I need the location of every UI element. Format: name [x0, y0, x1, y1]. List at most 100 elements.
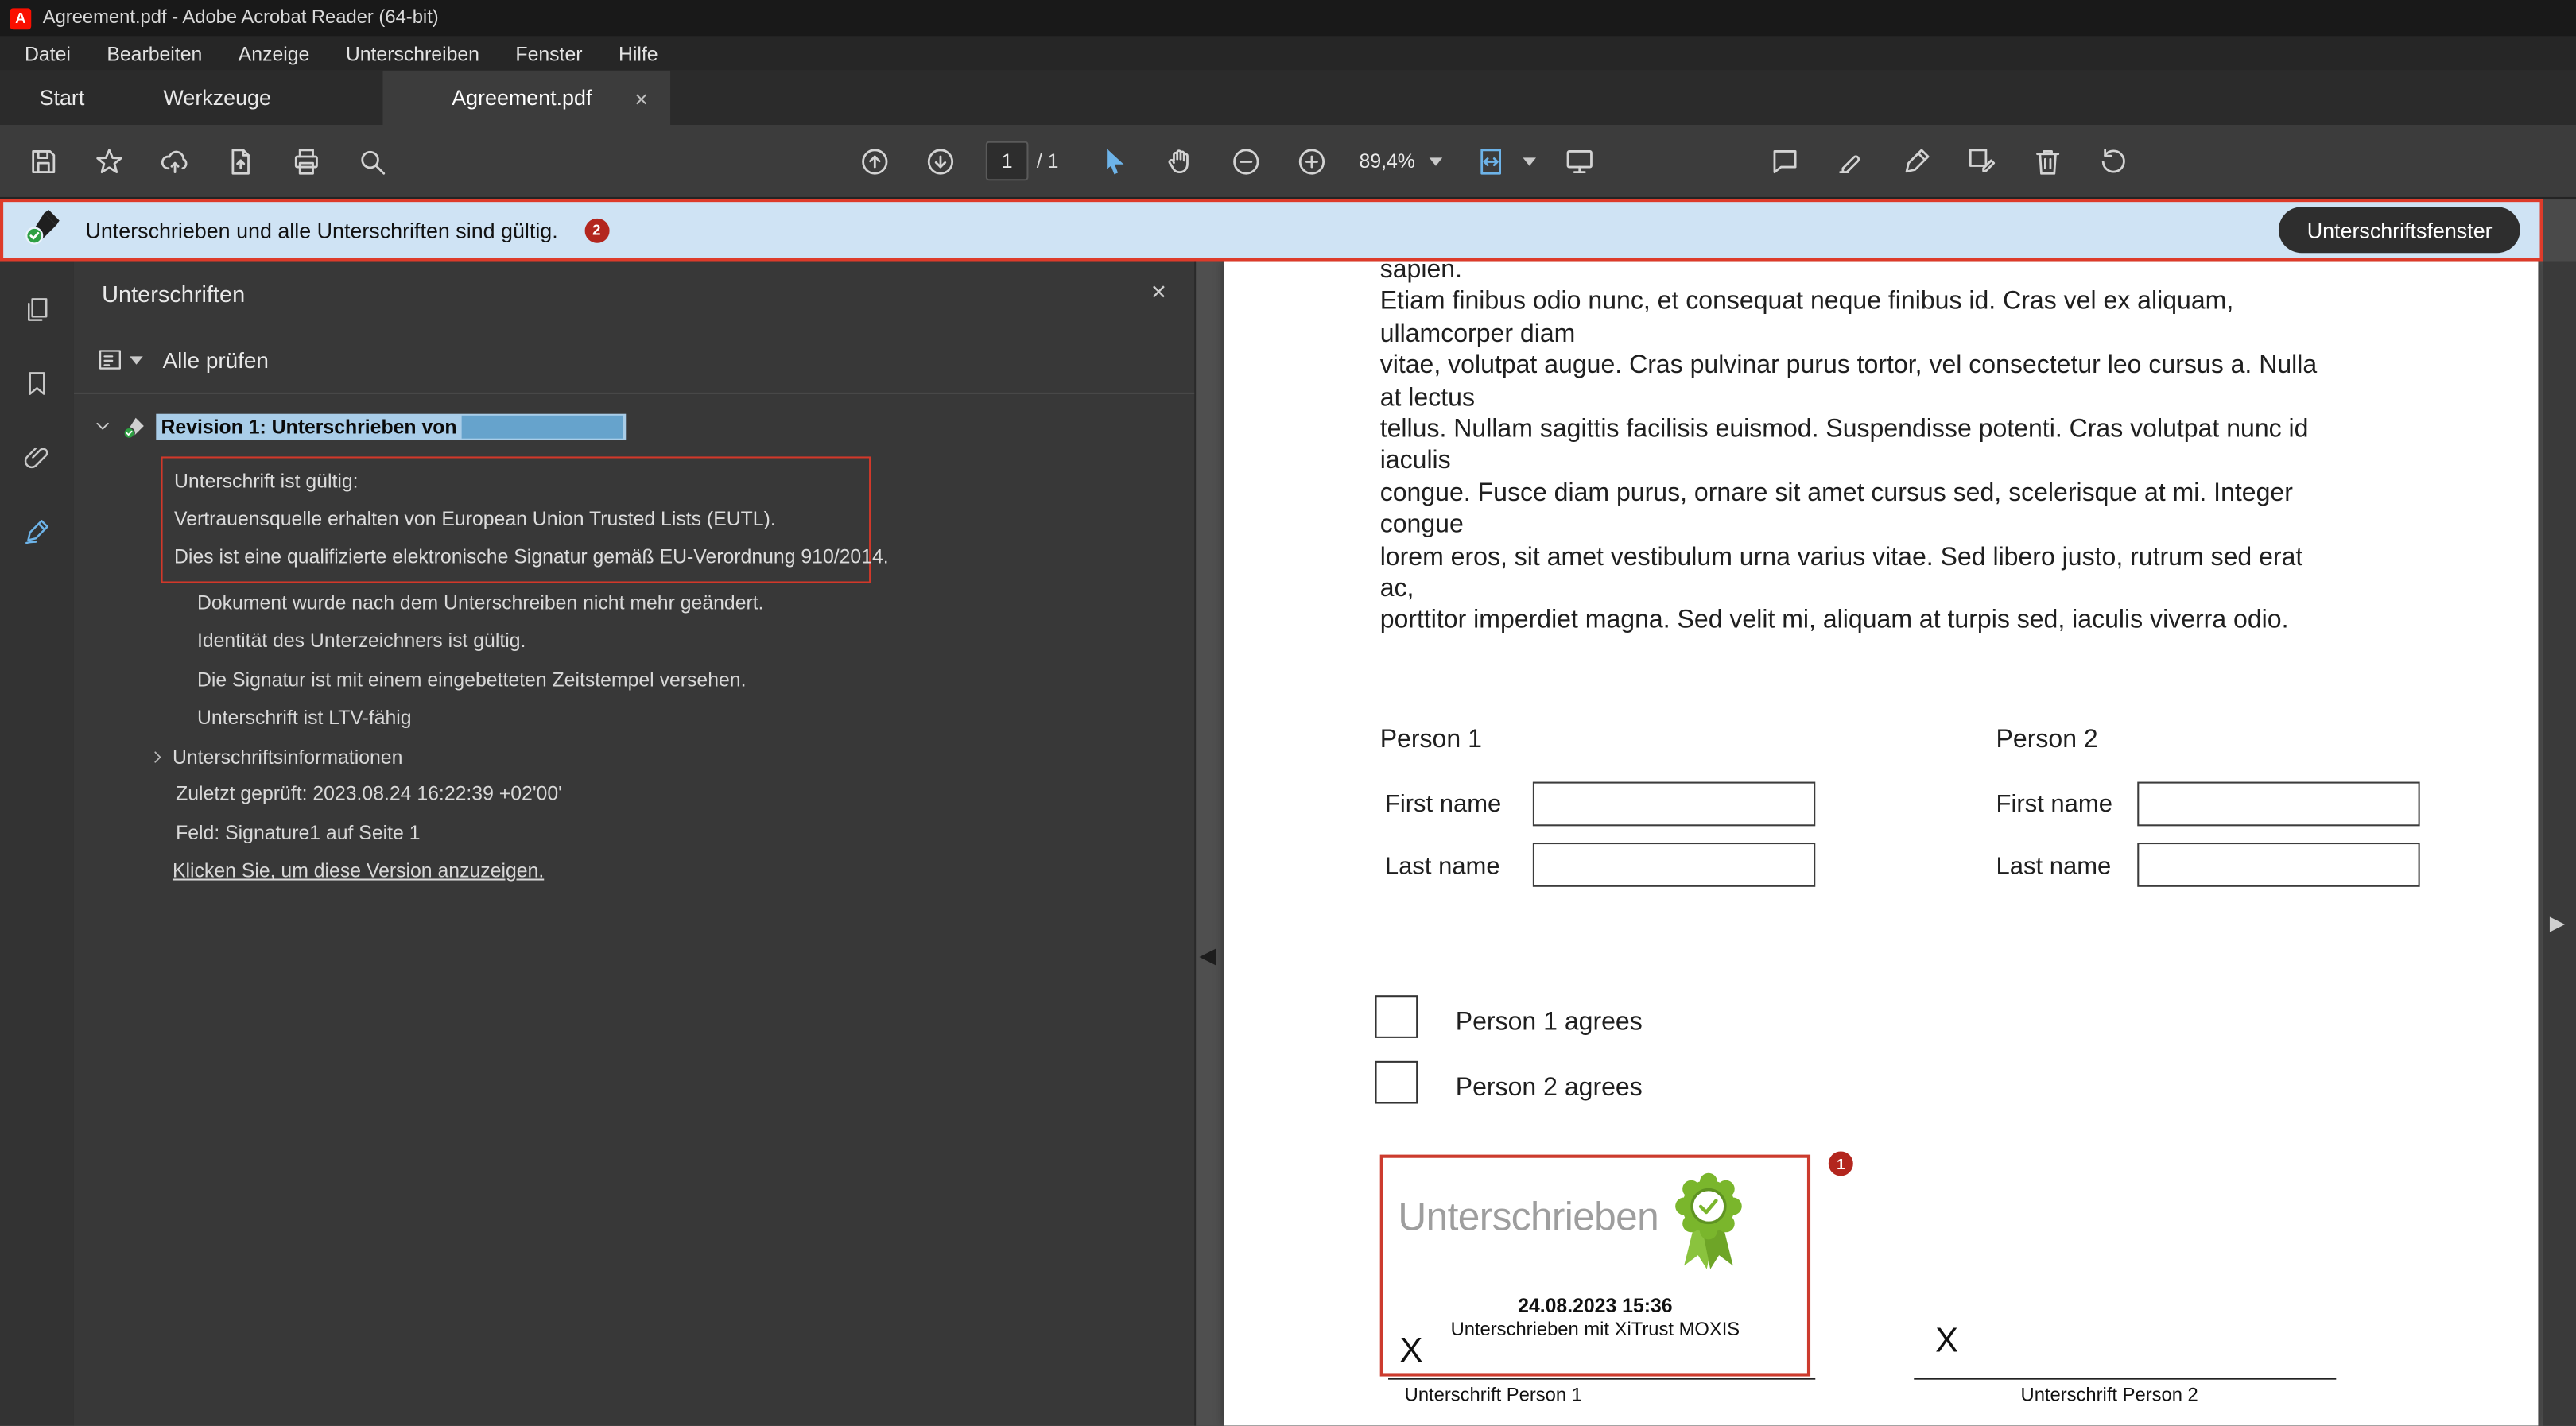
attachments-button[interactable]: [10, 430, 63, 482]
menu-datei[interactable]: Datei: [6, 36, 88, 70]
stamp-x-mark: X: [1399, 1332, 1422, 1372]
fill-sign-button[interactable]: [1949, 133, 2015, 188]
signature-stamp[interactable]: Unterschrieben 24: [1380, 1155, 1810, 1377]
signature-panel-button[interactable]: Unterschriftsfenster: [2279, 207, 2520, 253]
bookmarks-button[interactable]: [10, 356, 63, 409]
person2-agrees-checkbox[interactable]: [1375, 1061, 1418, 1104]
page-up-icon: [859, 145, 890, 176]
display-icon: [1564, 145, 1595, 176]
select-tool-button[interactable]: [1081, 133, 1147, 188]
menu-unterschreiben[interactable]: Unterschreiben: [328, 36, 498, 70]
menu-fenster[interactable]: Fenster: [498, 36, 601, 70]
bookmark-icon: [23, 369, 51, 397]
menu-bearbeiten[interactable]: Bearbeiten: [89, 36, 220, 70]
document-paragraph: sapien. Etiam finibus odio nunc, et cons…: [1380, 262, 2318, 637]
next-page-button[interactable]: [907, 133, 973, 188]
chevron-down-icon: [1430, 157, 1443, 165]
page-down-icon: [924, 145, 955, 176]
document-text-line: Etiam finibus odio nunc, et consequat ne…: [1380, 286, 2318, 318]
person2-first-name-input[interactable]: [2137, 782, 2419, 827]
signature-valid-icon: [122, 413, 148, 440]
comment-button[interactable]: [1752, 133, 1818, 188]
vertical-scrollbar[interactable]: ▶: [2543, 262, 2576, 1426]
validate-options-button[interactable]: [97, 347, 143, 373]
tab-werkzeuge[interactable]: Werkzeuge: [124, 71, 311, 125]
zoom-level-dropdown[interactable]: 89,4%: [1344, 140, 1458, 183]
person1-last-name-input[interactable]: [1533, 843, 1815, 887]
zoom-in-icon: [1296, 145, 1327, 176]
validity-line: Dies ist eine qualifizierte elektronisch…: [174, 539, 858, 577]
collapse-panel-icon[interactable]: ◀: [1199, 943, 1216, 969]
fit-width-button[interactable]: [1458, 133, 1524, 188]
zoom-in-button[interactable]: [1278, 133, 1344, 188]
signatures-panel-button[interactable]: [10, 504, 63, 556]
validity-line: Vertrauensquelle erhalten von European U…: [174, 501, 858, 539]
revision-label: Revision 1: Unterschrieben von: [161, 415, 456, 438]
sign-button[interactable]: [1883, 133, 1949, 188]
save-button[interactable]: [10, 133, 76, 188]
tab-document[interactable]: Agreement.pdf ×: [382, 71, 671, 125]
print-button[interactable]: [273, 133, 339, 188]
signature1-line: [1388, 1378, 1815, 1380]
tab-close-icon[interactable]: ×: [634, 86, 648, 109]
titlebar: A Agreement.pdf - Adobe Acrobat Reader (…: [0, 0, 2576, 36]
document-text-line: porttitor imperdiet magna. Sed velit mi,…: [1380, 605, 2318, 637]
rotate-button[interactable]: [2080, 133, 2146, 188]
signature-info-expander[interactable]: Unterschriftsinformationen: [74, 738, 1194, 776]
chevron-down-icon: [130, 355, 143, 363]
detail-line: Dokument wurde nach dem Unterschreiben n…: [197, 585, 1194, 623]
chevron-down-icon[interactable]: [1523, 157, 1537, 165]
cursor-icon: [1099, 145, 1130, 176]
person2-last-name-input[interactable]: [2137, 843, 2419, 887]
star-icon: [93, 145, 124, 176]
highlight-button[interactable]: [1817, 133, 1883, 188]
person1-agrees-checkbox[interactable]: [1375, 995, 1418, 1038]
hand-tool-button[interactable]: [1147, 133, 1213, 188]
revision-selection: Revision 1: Unterschrieben von: [156, 413, 626, 440]
favorite-button[interactable]: [76, 133, 142, 188]
view-version-link[interactable]: Klicken Sie, um diese Version anzuzeigen…: [173, 853, 544, 891]
signature-details: Dokument wurde nach dem Unterschreiben n…: [197, 585, 1194, 738]
toolbar: / 1 89,4%: [0, 125, 2576, 199]
document-text-line: iaculis: [1380, 446, 2318, 478]
close-panel-icon[interactable]: ×: [1151, 279, 1166, 308]
menu-hilfe[interactable]: Hilfe: [600, 36, 676, 70]
scroll-mode-button[interactable]: [1546, 133, 1612, 188]
last-checked-label: Zuletzt geprüft: 2023.08.24 16:22:39 +02…: [74, 776, 1194, 814]
field-info-label: Feld: Signature1 auf Seite 1: [74, 814, 1194, 852]
signature-pen-icon: [23, 517, 51, 544]
page-number-input[interactable]: [986, 141, 1029, 181]
zoom-out-button[interactable]: [1213, 133, 1279, 188]
revision-row[interactable]: Revision 1: Unterschrieben von: [74, 411, 1194, 442]
export-pdf-button[interactable]: [207, 133, 273, 188]
document-text-line: ullamcorper diam: [1380, 318, 2318, 350]
share-button[interactable]: [142, 133, 208, 188]
expand-right-pane-icon[interactable]: ▶: [2550, 912, 2565, 935]
chevron-down-icon[interactable]: [92, 416, 114, 437]
page-thumbnails-button[interactable]: [10, 282, 63, 335]
search-icon: [355, 145, 386, 176]
stamp-subtitle: Unterschrieben mit XiTrust MOXIS: [1383, 1320, 1807, 1340]
main-area: Unterschriften × Alle prüfen: [0, 262, 2576, 1426]
delete-button[interactable]: [2014, 133, 2080, 188]
signatures-panel: Unterschriften × Alle prüfen: [74, 262, 1196, 1426]
person1-first-name-input[interactable]: [1533, 782, 1815, 827]
validity-annotation-box: Unterschrift ist gültig: Vertrauensquell…: [161, 456, 871, 583]
search-button[interactable]: [339, 133, 405, 188]
detail-line: Identität des Unterzeichners ist gültig.: [197, 623, 1194, 661]
previous-page-button[interactable]: [841, 133, 907, 188]
document-text-line: vitae, volutpat augue. Cras pulvinar pur…: [1380, 351, 2318, 382]
save-icon: [27, 145, 58, 176]
signature-info-label: Unterschriftsinformationen: [173, 746, 402, 769]
print-icon: [290, 145, 321, 176]
left-rail: [0, 262, 74, 1426]
toolbar-center-group: / 1 89,4%: [841, 125, 1612, 197]
verify-all-button[interactable]: Alle prüfen: [163, 347, 269, 372]
stamp-word: Unterschrieben: [1398, 1195, 1658, 1242]
tab-document-label: Agreement.pdf: [452, 85, 592, 110]
person1-last-name-label: Last name: [1385, 852, 1500, 880]
tab-start[interactable]: Start: [0, 71, 124, 125]
document-area: ◀ sapien. Etiam finibus odio nunc, et co…: [1196, 262, 2543, 1426]
menu-anzeige[interactable]: Anzeige: [220, 36, 328, 70]
fountain-pen-icon: [1900, 145, 1931, 176]
